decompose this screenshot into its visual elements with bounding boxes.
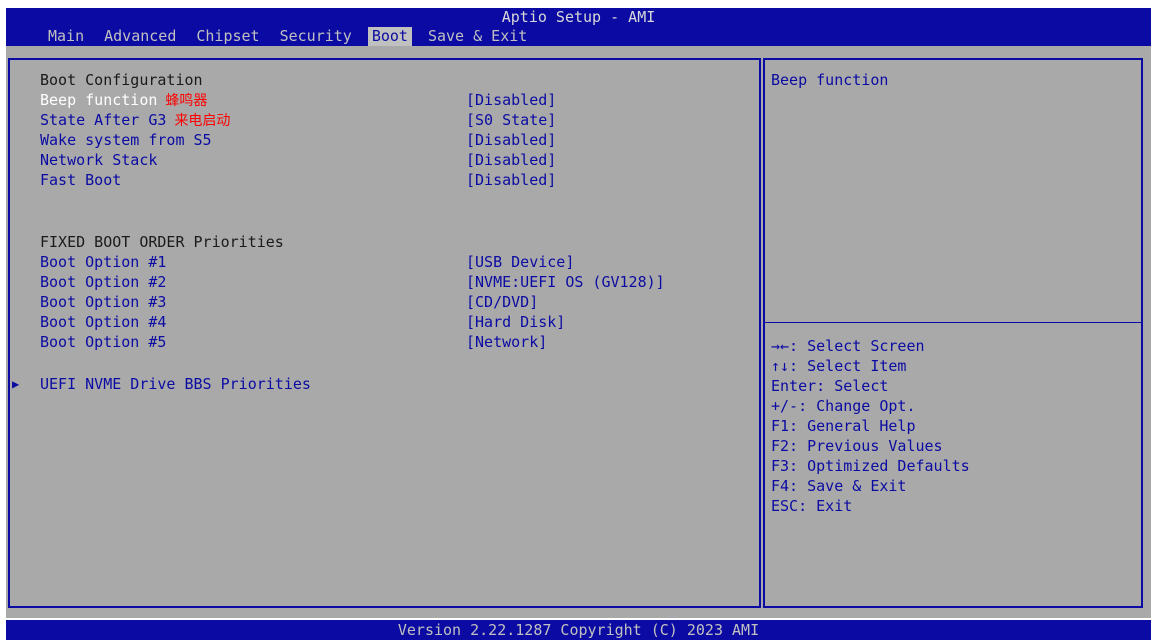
key-hint-esc: ESC: Exit — [771, 497, 853, 515]
boot-option-label-4[interactable]: Boot Option #4 — [40, 312, 166, 332]
tab-bar: Main Advanced Chipset Security Boot Save… — [44, 27, 543, 46]
boot-option-value-5[interactable]: [Network] — [466, 332, 547, 352]
tab-advanced[interactable]: Advanced — [100, 27, 180, 46]
setting-value-wake-s5[interactable]: [Disabled] — [466, 130, 556, 150]
submenu-row-uefi-nvme[interactable]: ▶ UEFI NVME Drive BBS Priorities — [10, 374, 710, 394]
setting-label-beep[interactable]: Beep function 蜂鸣器 — [40, 90, 207, 111]
note-state-after-g3: 来电启动 — [174, 113, 231, 129]
key-hint-enter: Enter: Select — [771, 377, 889, 395]
setting-label-fast-boot[interactable]: Fast Boot — [40, 170, 121, 190]
key-hint-f2: F2: Previous Values — [771, 437, 943, 455]
content-area: Boot Configuration Beep function 蜂鸣器 [Dis… — [6, 46, 1151, 618]
key-hint-f3: F3: Optimized Defaults — [771, 457, 970, 475]
settings-panel: Boot Configuration Beep function 蜂鸣器 [Dis… — [8, 58, 761, 608]
tab-security[interactable]: Security — [276, 27, 356, 46]
setting-value-beep[interactable]: [Disabled] — [466, 90, 556, 110]
setting-label-wake-s5[interactable]: Wake system from S5 — [40, 130, 212, 150]
key-hint-change-opt: +/-: Change Opt. — [771, 397, 916, 415]
tab-main[interactable]: Main — [44, 27, 88, 46]
setting-label-state-after-g3[interactable]: State After G3 来电启动 — [40, 110, 230, 131]
submenu-label-uefi-nvme[interactable]: UEFI NVME Drive BBS Priorities — [40, 374, 311, 394]
help-panel: Beep function →←: Select Screen ↑↓: Sele… — [763, 58, 1143, 608]
key-hint-f4: F4: Save & Exit — [771, 477, 907, 495]
boot-option-label-3[interactable]: Boot Option #3 — [40, 292, 166, 312]
key-legend: →←: Select Screen ↑↓: Select Item Enter:… — [771, 336, 970, 516]
help-divider — [765, 322, 1141, 323]
boot-option-label-5[interactable]: Boot Option #5 — [40, 332, 166, 352]
boot-option-label-2[interactable]: Boot Option #2 — [40, 272, 166, 292]
boot-option-value-3[interactable]: [CD/DVD] — [466, 292, 538, 312]
app-title: Aptio Setup - AMI — [501, 8, 656, 26]
tab-chipset[interactable]: Chipset — [192, 27, 263, 46]
setting-value-fast-boot[interactable]: [Disabled] — [466, 170, 556, 190]
setting-value-network-stack[interactable]: [Disabled] — [466, 150, 556, 170]
title-bar: Aptio Setup - AMI Main Advanced Chipset … — [6, 8, 1151, 46]
key-hint-select-screen: →←: Select Screen — [771, 337, 925, 355]
submenu-arrow-icon: ▶ — [12, 377, 20, 391]
note-beep: 蜂鸣器 — [165, 93, 208, 109]
help-description: Beep function — [771, 71, 889, 89]
tab-boot[interactable]: Boot — [367, 27, 412, 46]
boot-option-value-2[interactable]: [NVME:UEFI OS (GV128)] — [466, 272, 665, 292]
boot-config-header: Boot Configuration — [40, 71, 203, 89]
key-hint-select-item: ↑↓: Select Item — [771, 357, 907, 375]
boot-order-header: FIXED BOOT ORDER Priorities — [40, 233, 284, 251]
boot-option-value-1[interactable]: [USB Device] — [466, 252, 574, 272]
version-footer: Version 2.22.1287 Copyright (C) 2023 AMI — [6, 620, 1151, 640]
tab-save-exit[interactable]: Save & Exit — [424, 27, 531, 46]
setting-label-network-stack[interactable]: Network Stack — [40, 150, 157, 170]
key-hint-f1: F1: General Help — [771, 417, 916, 435]
boot-option-value-4[interactable]: [Hard Disk] — [466, 312, 565, 332]
setting-value-state-after-g3[interactable]: [S0 State] — [466, 110, 556, 130]
boot-option-label-1[interactable]: Boot Option #1 — [40, 252, 166, 272]
